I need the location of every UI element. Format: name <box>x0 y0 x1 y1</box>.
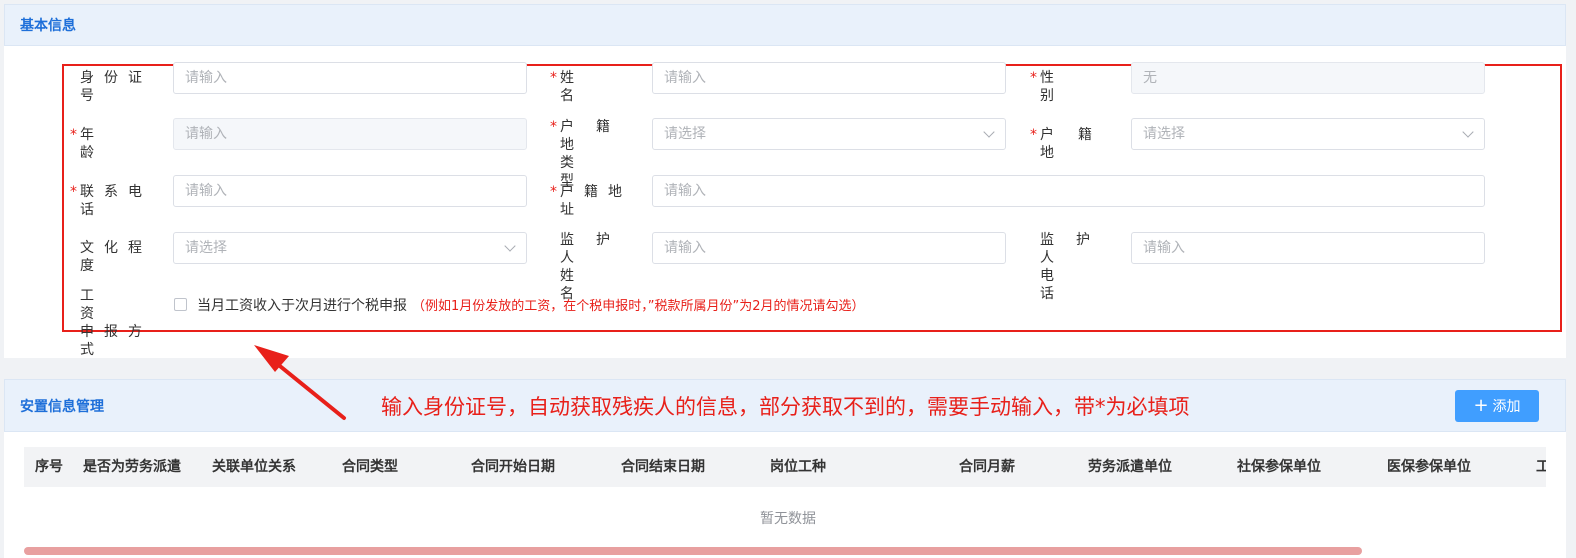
phone-label-text: 联系电话 <box>80 183 172 219</box>
id-number-label: 身份证号 <box>80 69 172 105</box>
education-label-value: 文化程度 <box>80 240 152 274</box>
column-header: 社保参保单位 <box>1237 459 1321 475</box>
hukou-type-label-text: 户籍地 类型 <box>560 118 652 190</box>
column-header: 是否为劳务派遣 <box>83 459 181 475</box>
column-header: 劳务派遣单位 <box>1088 459 1172 475</box>
age-label-value: 年龄 <box>80 127 146 161</box>
guardian-name-input[interactable] <box>652 232 1006 264</box>
placement-table-header: 序号 是否为劳务派遣 关联单位关系 合同类型 合同开始日期 合同结束日期 岗位工… <box>24 447 1546 487</box>
basic-info-header: 基本信息 <box>4 4 1566 46</box>
hukou-required-mark: * <box>1030 127 1037 143</box>
phone-input[interactable] <box>173 175 527 207</box>
column-header: 序号 <box>35 459 63 475</box>
hukou-type-placeholder: 请选择 <box>664 126 706 142</box>
age-label-text: 年龄 <box>80 126 172 162</box>
empty-text: 暂无数据 <box>760 511 816 527</box>
guardian-phone-label-line2: 电话 <box>1040 268 1102 302</box>
hukou-label: * 户籍地 <box>1030 126 1132 162</box>
gender-label-value: 性别 <box>1040 70 1110 104</box>
chevron-down-icon <box>504 240 516 252</box>
id-number-input[interactable] <box>173 62 527 94</box>
guardian-phone-input[interactable] <box>1131 232 1485 264</box>
age-label: * 年龄 <box>70 126 172 162</box>
hukou-type-label-line1: 户籍地 <box>560 119 632 153</box>
hukou-address-label-text: 户籍地址 <box>560 183 652 219</box>
wage-method-label-line1: 工资 <box>80 288 146 322</box>
guardian-name-label-line1: 监护人 <box>560 232 632 266</box>
column-header: 关联单位关系 <box>212 459 296 475</box>
plus-icon: + <box>1473 395 1489 416</box>
age-input <box>173 118 527 150</box>
gender-label: * 性别 <box>1030 69 1132 105</box>
column-header: 合同结束日期 <box>621 459 705 475</box>
chevron-down-icon <box>983 126 995 138</box>
guardian-phone-label: 监护人 电话 <box>1040 231 1132 303</box>
gender-required-mark: * <box>1030 70 1037 86</box>
education-placeholder: 请选择 <box>185 240 227 256</box>
wage-method-label-line2: 申报方式 <box>80 324 152 358</box>
guardian-name-label: 监护人 姓名 <box>560 231 652 303</box>
tax-next-month-label[interactable]: 当月工资收入于次月进行个税申报 <box>197 295 407 315</box>
hukou-select[interactable]: 请选择 <box>1131 118 1485 150</box>
education-select[interactable]: 请选择 <box>173 232 527 264</box>
hukou-address-input[interactable] <box>652 175 1485 207</box>
page: 基本信息 身份证号 * 姓名 * 性别 * 年龄 * 户籍地 类型 请选择 * … <box>0 0 1576 558</box>
column-header: 合同类型 <box>342 459 398 475</box>
name-input[interactable] <box>652 62 1006 94</box>
name-label-text: 姓名 <box>560 69 640 105</box>
hukou-label-value: 户籍地 <box>1040 127 1116 161</box>
placement-title: 安置信息管理 <box>20 398 104 415</box>
name-label: * 姓名 <box>550 69 652 105</box>
basic-info-title: 基本信息 <box>20 18 76 34</box>
gender-input <box>1131 62 1485 94</box>
guardian-name-label-text: 监护人 姓名 <box>560 231 652 303</box>
name-required-mark: * <box>550 70 557 86</box>
chevron-down-icon <box>1462 126 1474 138</box>
annotation-text: 输入身份证号，自动获取残疾人的信息，部分获取不到的，需要手动输入，带*为必填项 <box>381 395 1190 419</box>
phone-required-mark: * <box>70 184 77 200</box>
tax-next-month-checkbox[interactable] <box>174 298 187 311</box>
hukou-address-required-mark: * <box>550 184 557 200</box>
guardian-phone-label-text: 监护人 电话 <box>1040 231 1132 303</box>
id-number-label-value: 身份证号 <box>80 70 152 104</box>
hukou-address-label-value: 户籍地址 <box>560 184 632 218</box>
column-header: 医保参保单位 <box>1387 459 1471 475</box>
guardian-phone-label-line1: 监护人 <box>1040 232 1112 266</box>
column-header: 工 <box>1536 459 1546 475</box>
education-label-text: 文化程度 <box>80 239 172 275</box>
column-header: 合同开始日期 <box>471 459 555 475</box>
hukou-placeholder: 请选择 <box>1143 126 1185 142</box>
gender-label-text: 性别 <box>1040 69 1132 105</box>
tax-next-month-note: （例如1月份发放的工资，在个税申报时，”税款所属月份”为2月的情况请勾选） <box>412 299 865 314</box>
hukou-address-label: * 户籍地址 <box>550 183 652 219</box>
hukou-type-label: * 户籍地 类型 <box>550 118 652 190</box>
hukou-label-text: 户籍地 <box>1040 126 1132 162</box>
column-header: 岗位工种 <box>770 459 826 475</box>
wage-method-label: 工资 申报方式 <box>80 287 172 359</box>
wage-method-label-text: 工资 申报方式 <box>80 287 172 359</box>
id-number-label-text: 身份证号 <box>80 69 172 105</box>
hukou-type-required-mark: * <box>550 119 557 135</box>
horizontal-scrollbar[interactable] <box>24 547 1362 555</box>
education-label: 文化程度 <box>80 239 172 275</box>
phone-label-value: 联系电话 <box>80 184 152 218</box>
phone-label: * 联系电话 <box>70 183 172 219</box>
add-button[interactable]: + 添加 <box>1455 390 1539 422</box>
hukou-type-select[interactable]: 请选择 <box>652 118 1006 150</box>
name-label-value: 姓名 <box>560 70 624 104</box>
age-required-mark: * <box>70 127 77 143</box>
column-header: 合同月薪 <box>959 459 1015 475</box>
add-button-label: 添加 <box>1492 399 1521 415</box>
